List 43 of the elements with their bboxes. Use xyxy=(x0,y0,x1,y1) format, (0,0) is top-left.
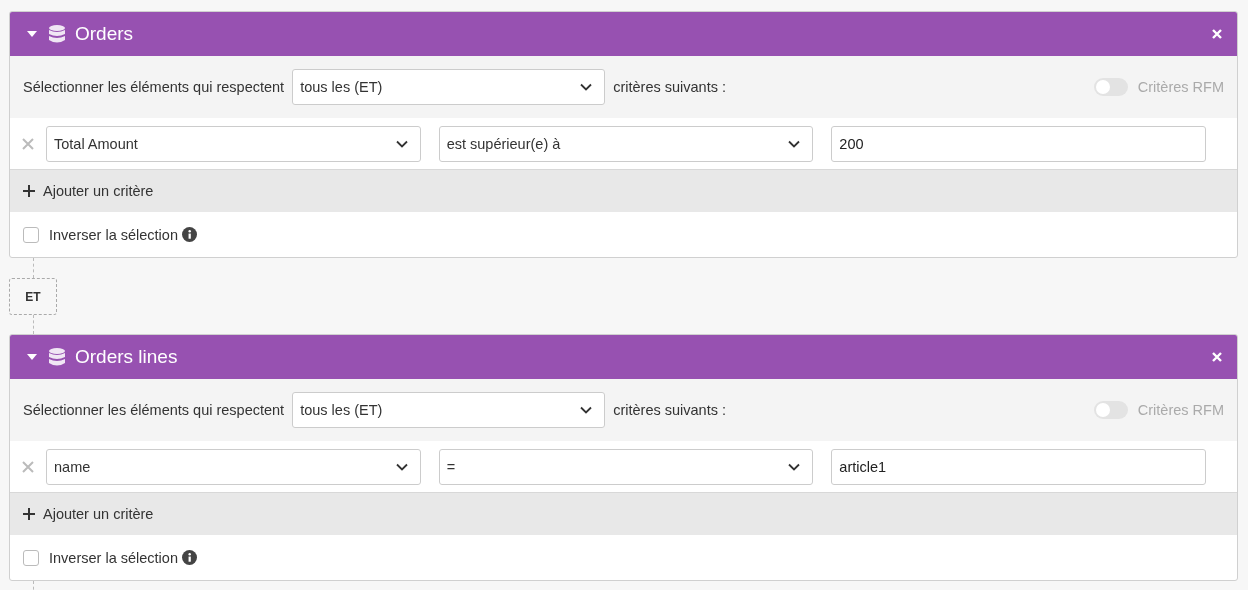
operator-dropdown[interactable]: est supérieur(e) à xyxy=(438,125,814,162)
add-criterion-button[interactable]: Ajouter un critère xyxy=(10,170,1237,212)
info-icon xyxy=(181,227,197,242)
close-button[interactable] xyxy=(1211,28,1223,40)
info-icon xyxy=(181,550,197,565)
close-button[interactable] xyxy=(1211,351,1223,363)
field-dropdown[interactable]: Total Amount xyxy=(46,125,421,162)
plus-icon xyxy=(23,185,35,197)
rfm-label: Critères RFM xyxy=(1137,79,1224,95)
invert-label: Inverser la sélection xyxy=(49,226,178,243)
checkbox[interactable] xyxy=(23,226,39,243)
connector-label[interactable]: ET xyxy=(9,278,57,315)
plus-icon xyxy=(23,508,35,520)
match-suffix: critères suivants : xyxy=(613,79,726,95)
value-field[interactable]: 200 xyxy=(831,125,1206,162)
remove-criterion-button[interactable] xyxy=(22,460,34,473)
chevron-icon xyxy=(395,462,408,471)
value-field[interactable]: article1 xyxy=(831,448,1206,485)
caret-icon[interactable] xyxy=(27,31,37,37)
match-dropdown[interactable]: tous les (ET) xyxy=(292,69,606,105)
chevron-icon xyxy=(395,139,408,148)
rfm-label: Critères RFM xyxy=(1137,402,1224,418)
checkbox[interactable] xyxy=(23,549,39,566)
add-criterion-button[interactable]: Ajouter un critère xyxy=(10,493,1237,535)
match-suffix: critères suivants : xyxy=(613,402,726,418)
field-dropdown[interactable]: name xyxy=(46,448,421,485)
caret-icon[interactable] xyxy=(27,354,37,360)
match-label: Sélectionner les éléments qui respectent xyxy=(23,79,285,95)
operator-dropdown[interactable]: = xyxy=(438,448,814,485)
database-icon xyxy=(49,25,65,43)
card-title: Orders lines xyxy=(75,346,178,368)
chevron-icon xyxy=(580,83,593,91)
remove-criterion-button[interactable] xyxy=(22,137,34,150)
rfm-toggle[interactable] xyxy=(1093,78,1128,96)
card-title: Orders xyxy=(75,23,134,45)
chevron-icon xyxy=(788,462,801,471)
match-label: Sélectionner les éléments qui respectent xyxy=(23,402,285,418)
chevron-icon xyxy=(788,139,801,148)
chevron-icon xyxy=(580,406,593,414)
invert-label: Inverser la sélection xyxy=(49,549,178,566)
match-dropdown[interactable]: tous les (ET) xyxy=(292,392,606,428)
database-icon xyxy=(49,348,65,366)
rfm-toggle[interactable] xyxy=(1093,401,1128,419)
